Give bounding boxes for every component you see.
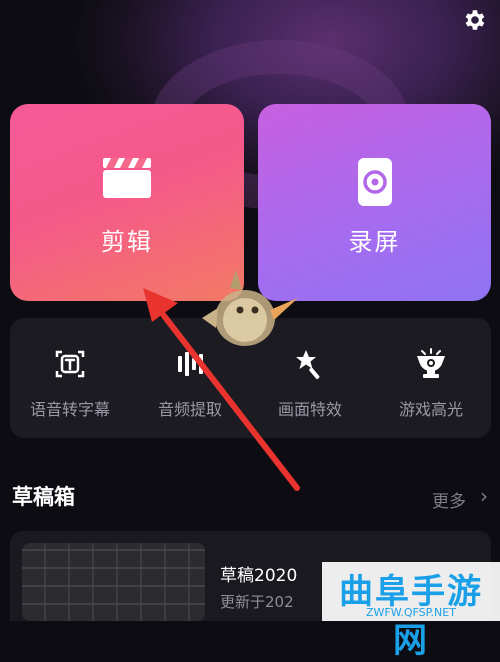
- watermark-url: ZWFW.QFSP.NET: [366, 606, 456, 619]
- annotation-arrow: [143, 288, 300, 491]
- site-watermark: 曲阜手游网 ZWFW.QFSP.NET: [322, 562, 500, 661]
